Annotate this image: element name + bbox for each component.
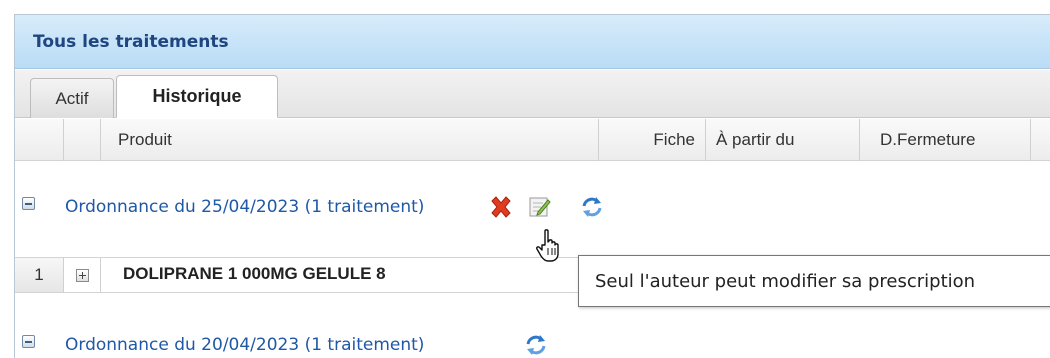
- edit-icon[interactable]: [525, 193, 553, 221]
- collapse-icon[interactable]: [22, 197, 35, 210]
- refresh-icon[interactable]: [522, 331, 550, 358]
- collapse-icon[interactable]: [22, 335, 35, 348]
- tab-historique[interactable]: Historique: [116, 75, 278, 118]
- treatments-panel: Tous les traitements Actif Historique Pr…: [14, 14, 1050, 358]
- column-header-fiche[interactable]: Fiche: [599, 119, 706, 161]
- tab-actif[interactable]: Actif: [30, 78, 114, 118]
- product-name: DOLIPRANE 1 000MG GELULE 8: [123, 264, 386, 283]
- column-header-d-fermeture[interactable]: D.Fermeture: [860, 119, 1031, 161]
- panel-header: Tous les traitements: [15, 15, 1050, 69]
- delete-icon[interactable]: [487, 193, 515, 221]
- tooltip: Seul l'auteur peut modifier sa prescript…: [578, 255, 1050, 307]
- row-index: 1: [15, 258, 64, 292]
- prescription-link[interactable]: Ordonnance du 20/04/2023 (1 traitement): [65, 335, 424, 355]
- refresh-icon[interactable]: [578, 193, 606, 221]
- column-header-a-partir-du[interactable]: À partir du: [706, 119, 860, 161]
- column-header-index: [15, 119, 64, 161]
- table-header: Produit Fiche À partir du D.Fermeture: [15, 119, 1050, 161]
- row-expand-cell: [64, 258, 101, 292]
- prescription-link[interactable]: Ordonnance du 25/04/2023 (1 traitement): [65, 197, 424, 217]
- tabs-bar: Actif Historique: [15, 70, 1050, 118]
- column-header-produit[interactable]: Produit: [101, 119, 599, 161]
- panel-title: Tous les traitements: [33, 31, 229, 52]
- expand-icon[interactable]: [75, 268, 89, 282]
- hand-cursor-icon: [534, 228, 566, 264]
- column-header-expand: [64, 119, 101, 161]
